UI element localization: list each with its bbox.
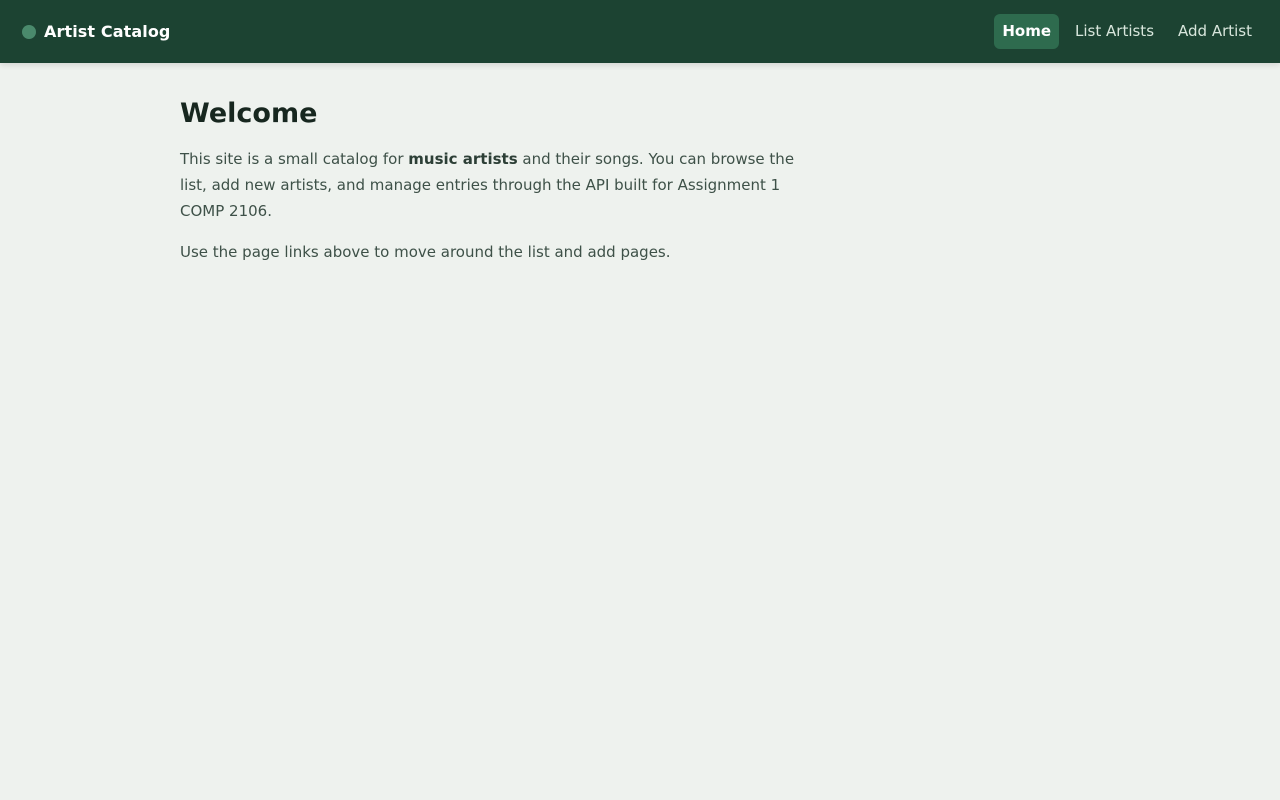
nav-add-artist-link[interactable]: Add Artist xyxy=(1170,14,1260,49)
intro-paragraph: This site is a small catalog for music a… xyxy=(180,146,800,224)
brand-link[interactable]: Artist Catalog xyxy=(22,0,170,63)
nav-home-link[interactable]: Home xyxy=(994,14,1060,49)
main-content: Welcome This site is a small catalog for… xyxy=(180,96,800,265)
nav-list-artists-link[interactable]: List Artists xyxy=(1067,14,1162,49)
intro-text-start: This site is a small catalog for xyxy=(180,150,409,168)
top-navbar: Artist Catalog Home List Artists Add Art… xyxy=(0,0,1280,63)
navigation-hint: Use the page links above to move around … xyxy=(180,243,671,261)
circle-dot-icon xyxy=(22,24,36,39)
main-nav: Home List Artists Add Artist xyxy=(986,0,1260,63)
page-title: Welcome xyxy=(180,98,318,129)
intro-emphasis: music artists xyxy=(408,150,518,168)
brand-name: Artist Catalog xyxy=(44,22,171,41)
